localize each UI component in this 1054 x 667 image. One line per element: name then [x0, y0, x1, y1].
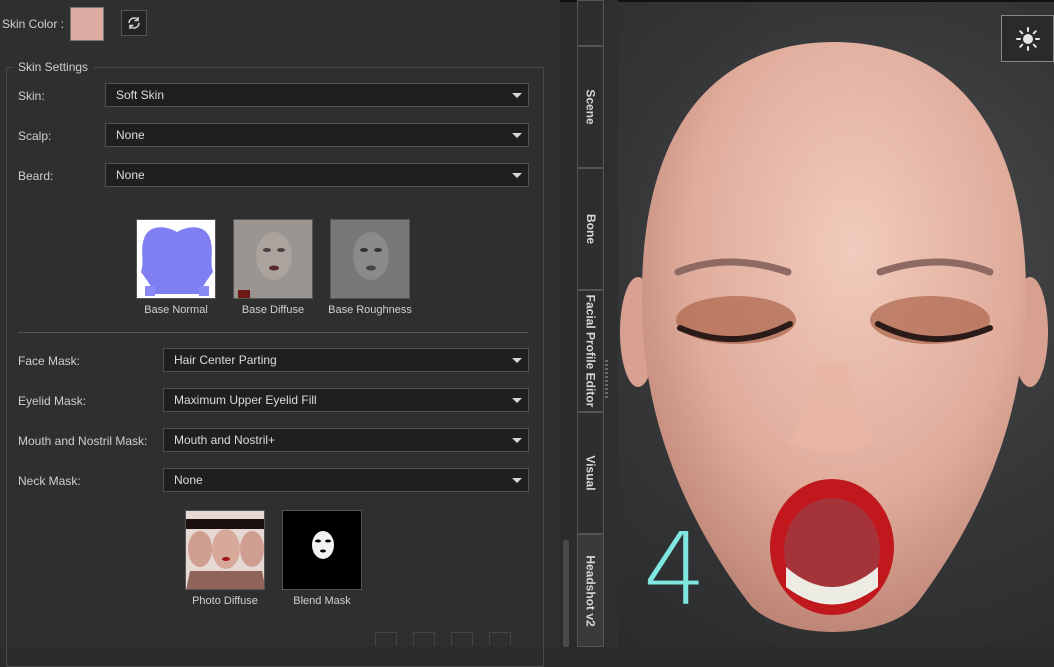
- chevron-down-icon: [512, 398, 522, 403]
- base-normal-label: Base Normal: [144, 304, 208, 316]
- chevron-down-icon: [512, 173, 522, 178]
- skin-dropdown[interactable]: Soft Skin: [105, 83, 529, 107]
- tab-bone-label: Bone: [583, 214, 598, 244]
- bottom-toolbar: [375, 632, 511, 646]
- section-divider: [18, 332, 528, 333]
- neck-mask-dropdown[interactable]: None: [163, 468, 529, 492]
- blend-mask-icon: [283, 511, 361, 589]
- mouth-mask-value: Mouth and Nostril+: [174, 433, 276, 447]
- sun-icon: [1015, 26, 1040, 51]
- eyelid-mask-label: Eyelid Mask:: [18, 394, 87, 408]
- tab-visual-label: Visual: [583, 455, 598, 491]
- base-roughness-label: Base Roughness: [328, 304, 412, 316]
- delete-icon[interactable]: [489, 632, 511, 646]
- normal-map-icon: [141, 227, 213, 296]
- refresh-icon: [128, 17, 140, 29]
- roughness-map-icon: [331, 220, 409, 298]
- tab-previous[interactable]: [577, 0, 604, 46]
- chevron-down-icon: [512, 93, 522, 98]
- eyelid-mask-value: Maximum Upper Eyelid Fill: [174, 393, 317, 407]
- chevron-down-icon: [512, 478, 522, 483]
- photo-diffuse-icon: [186, 511, 264, 589]
- skin-settings-panel: Skin Color : Skin Settings Skin: Soft Sk…: [0, 0, 560, 667]
- beard-dropdown[interactable]: None: [105, 163, 529, 187]
- splitter-grip[interactable]: [605, 360, 608, 400]
- scalp-dropdown-value: None: [116, 128, 145, 142]
- face-mask-value: Hair Center Parting: [174, 353, 277, 367]
- tab-scene-label: Scene: [583, 89, 598, 125]
- blend-mask-label: Blend Mask: [293, 595, 351, 607]
- eyelid-mask-dropdown[interactable]: Maximum Upper Eyelid Fill: [163, 388, 529, 412]
- tab-scene[interactable]: Scene: [577, 46, 604, 168]
- neck-mask-label: Neck Mask:: [18, 474, 81, 488]
- photo-diffuse-label: Photo Diffuse: [192, 595, 258, 607]
- skin-color-row: Skin Color :: [2, 6, 105, 42]
- tab-headshot-v2[interactable]: Headshot v2: [577, 534, 604, 647]
- reset-skin-color-button[interactable]: [121, 10, 147, 36]
- scalp-label: Scalp:: [18, 129, 52, 143]
- chevron-down-icon: [512, 133, 522, 138]
- beard-label: Beard:: [18, 169, 54, 183]
- light-toggle-button[interactable]: [1001, 15, 1054, 62]
- face-mask-label: Face Mask:: [18, 354, 81, 368]
- skin-label: Skin:: [18, 89, 45, 103]
- step-number-overlay: 4: [643, 511, 707, 628]
- beard-dropdown-value: None: [116, 168, 145, 182]
- blend-mask-thumbnail[interactable]: [282, 510, 362, 590]
- chevron-down-icon: [512, 438, 522, 443]
- tab-visual[interactable]: Visual: [577, 412, 604, 534]
- chevron-down-icon: [512, 358, 522, 363]
- base-normal-thumbnail[interactable]: [136, 219, 216, 299]
- base-diffuse-label: Base Diffuse: [241, 304, 305, 316]
- diffuse-map-icon: [234, 220, 312, 298]
- skin-color-swatch[interactable]: [70, 7, 105, 41]
- undo-icon[interactable]: [451, 632, 473, 646]
- load-icon[interactable]: [413, 632, 435, 646]
- mouth-mask-label: Mouth and Nostril Mask:: [18, 434, 148, 448]
- skin-color-label: Skin Color :: [2, 17, 65, 31]
- skin-settings-legend: Skin Settings: [12, 60, 95, 74]
- skin-dropdown-value: Soft Skin: [116, 88, 165, 102]
- neck-mask-value: None: [174, 473, 203, 487]
- photo-diffuse-thumbnail[interactable]: [185, 510, 265, 590]
- tab-bone[interactable]: Bone: [577, 168, 604, 290]
- tab-headshot-v2-label: Headshot v2: [583, 554, 598, 627]
- mouth-mask-dropdown[interactable]: Mouth and Nostril+: [163, 428, 529, 452]
- base-roughness-thumbnail[interactable]: [330, 219, 410, 299]
- splitter[interactable]: [604, 0, 618, 647]
- base-diffuse-thumbnail[interactable]: [233, 219, 313, 299]
- panel-scrollbar[interactable]: [563, 540, 569, 647]
- tab-facial-profile-editor[interactable]: Facial Profile Editor: [577, 290, 604, 412]
- save-icon[interactable]: [375, 632, 397, 646]
- scalp-dropdown[interactable]: None: [105, 123, 529, 147]
- tab-facial-profile-editor-label: Facial Profile Editor: [583, 294, 598, 408]
- face-mask-dropdown[interactable]: Hair Center Parting: [163, 348, 529, 372]
